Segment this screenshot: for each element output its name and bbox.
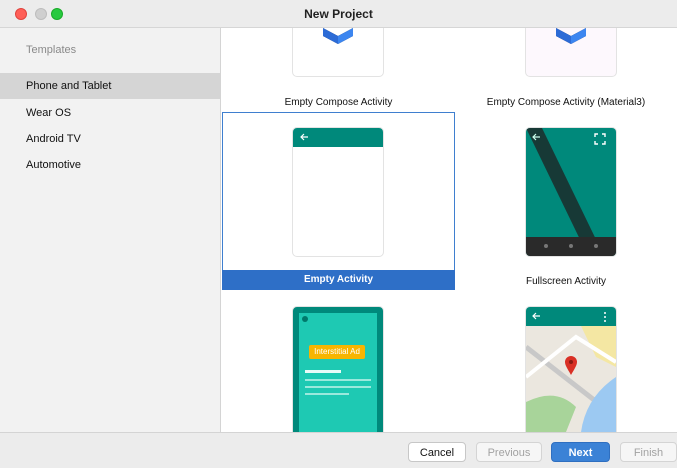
template-label-empty-activity[interactable]: Empty Activity <box>222 270 455 290</box>
next-button[interactable]: Next <box>551 442 610 462</box>
sidebar-item-phone-and-tablet[interactable]: Phone and Tablet <box>0 73 220 99</box>
text-line <box>305 393 349 395</box>
interstitial-ad-badge: Interstitial Ad <box>309 345 365 359</box>
title-bar: New Project <box>0 0 677 28</box>
fullscreen-icon <box>594 133 606 145</box>
fullscreen-preview <box>526 128 616 256</box>
overflow-menu-icon <box>604 312 606 322</box>
sidebar-item-android-tv[interactable]: Android TV <box>0 126 220 152</box>
template-label-empty-compose: Empty Compose Activity <box>284 97 393 108</box>
template-card-google-maps[interactable] <box>526 307 616 432</box>
previous-button[interactable]: Previous <box>476 442 542 462</box>
back-arrow-icon <box>300 133 308 141</box>
template-card-empty-compose-material3[interactable] <box>526 28 616 76</box>
template-label-fullscreen-activity: Fullscreen Activity <box>525 276 607 287</box>
sidebar-item-automotive[interactable]: Automotive <box>0 152 220 178</box>
sidebar-header: Templates <box>26 44 77 56</box>
back-arrow-icon <box>532 312 540 320</box>
template-label-empty-compose-material3: Empty Compose Activity (Material3) <box>486 97 646 108</box>
template-card-fullscreen-activity[interactable] <box>526 128 616 256</box>
cancel-button[interactable]: Cancel <box>408 442 466 462</box>
back-arrow-icon <box>532 133 540 141</box>
window-title: New Project <box>304 7 373 21</box>
finish-button[interactable]: Finish <box>620 442 677 462</box>
template-card-interstitial-ad[interactable]: Interstitial Ad <box>293 307 383 432</box>
template-card-empty-activity[interactable] <box>293 128 383 256</box>
map-pin-icon <box>565 356 577 375</box>
compose-logo-icon <box>556 28 586 44</box>
dialog-footer: Cancel Previous Next Finish <box>0 432 677 468</box>
text-line <box>305 379 371 381</box>
status-dot <box>302 316 308 322</box>
text-line <box>305 370 341 373</box>
template-gallery: Empty Compose Activity Empty Compose Act… <box>222 28 677 432</box>
compose-logo-icon <box>323 28 353 44</box>
templates-sidebar: Templates Phone and Tablet Wear OS Andro… <box>0 28 221 432</box>
template-card-empty-compose[interactable] <box>293 28 383 76</box>
text-line <box>305 386 371 388</box>
sidebar-item-wear-os[interactable]: Wear OS <box>0 100 220 126</box>
